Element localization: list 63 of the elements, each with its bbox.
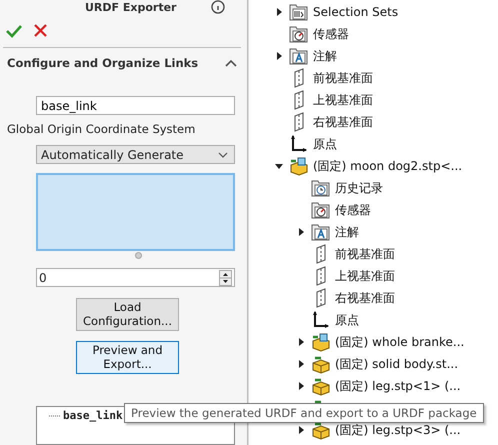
tree-item[interactable]: 右视基准面 bbox=[335, 290, 395, 306]
collapsed-arrow-icon[interactable] bbox=[275, 8, 283, 16]
plane-icon bbox=[294, 112, 304, 132]
tree-item[interactable]: 传感器 bbox=[313, 26, 349, 42]
tree-item[interactable]: 注解 bbox=[313, 48, 337, 64]
expanded-arrow-icon[interactable] bbox=[275, 162, 283, 170]
plane-icon bbox=[316, 288, 326, 308]
tree-item[interactable]: (固定) leg.stp<3> (... bbox=[335, 422, 461, 438]
collapsed-arrow-icon[interactable] bbox=[297, 228, 305, 236]
collapsed-arrow-icon[interactable] bbox=[297, 426, 305, 434]
section-title: Configure and Organize Links bbox=[7, 56, 198, 70]
number-field[interactable]: 0 bbox=[36, 268, 235, 288]
collapsed-arrow-icon[interactable] bbox=[297, 360, 305, 368]
part-icon bbox=[311, 376, 331, 396]
tree-item[interactable]: 原点 bbox=[335, 312, 359, 328]
field-label: Global Origin Coordinate System bbox=[7, 122, 196, 136]
tree-item[interactable]: (固定) whole branke... bbox=[335, 334, 464, 350]
button[interactable]: Preview and Export... bbox=[76, 341, 179, 374]
tree-item[interactable]: (固定) moon dog2.stp<... bbox=[313, 158, 462, 174]
panel-title: URDF Exporter bbox=[85, 2, 176, 12]
axes-icon bbox=[289, 134, 309, 154]
tree-item[interactable]: base_link bbox=[63, 409, 123, 422]
tree-connector-icon bbox=[49, 414, 61, 418]
tree-item[interactable]: 历史记录 bbox=[335, 180, 383, 196]
tree-item[interactable]: 上视基准面 bbox=[335, 268, 395, 284]
tree-item[interactable]: 上视基准面 bbox=[313, 92, 373, 108]
part-icon bbox=[311, 420, 331, 440]
text-field[interactable]: base_link bbox=[36, 96, 235, 115]
tree-item[interactable]: 传感器 bbox=[335, 202, 371, 218]
tree-item[interactable]: 前视基准面 bbox=[313, 70, 373, 86]
part-icon bbox=[311, 354, 331, 374]
folder-icon bbox=[311, 200, 331, 220]
help-icon[interactable] bbox=[211, 0, 225, 14]
folder-icon bbox=[289, 24, 309, 44]
plane-icon bbox=[316, 266, 326, 286]
tooltip: Preview the generated URDF and export to a URDF package bbox=[124, 403, 484, 423]
dropdown[interactable]: Automatically Generate bbox=[36, 144, 235, 164]
tree-item[interactable]: 原点 bbox=[313, 136, 337, 152]
axes-icon bbox=[311, 310, 331, 330]
spin-arrows-icon[interactable] bbox=[219, 270, 232, 286]
chevron-down-icon bbox=[218, 152, 228, 158]
tree-item[interactable]: Selection Sets bbox=[313, 5, 398, 19]
tree-item[interactable]: 注解 bbox=[335, 224, 359, 240]
folder-icon bbox=[311, 178, 331, 198]
collapsed-arrow-icon[interactable] bbox=[297, 338, 305, 346]
assembly-icon bbox=[311, 332, 331, 352]
resize-handle-icon[interactable] bbox=[135, 252, 142, 259]
collapse-icon[interactable] bbox=[225, 58, 237, 68]
button[interactable]: Load Configuration... bbox=[76, 298, 179, 332]
folder-icon bbox=[289, 46, 309, 66]
close-icon[interactable] bbox=[34, 24, 47, 38]
collapsed-arrow-icon[interactable] bbox=[297, 382, 305, 390]
plane-icon bbox=[316, 244, 326, 264]
assembly-icon bbox=[289, 156, 309, 176]
plane-icon bbox=[294, 90, 304, 110]
tree-item[interactable]: 右视基准面 bbox=[313, 114, 373, 130]
tree-item[interactable]: (固定) solid body.st... bbox=[335, 356, 458, 372]
plane-icon bbox=[294, 68, 304, 88]
collapsed-arrow-icon[interactable] bbox=[275, 52, 283, 60]
folder-icon bbox=[311, 222, 331, 242]
tree-item[interactable]: (固定) leg.stp<1> (... bbox=[335, 378, 461, 394]
tree-item[interactable]: 前视基准面 bbox=[335, 246, 395, 262]
checkmark-icon[interactable] bbox=[6, 24, 22, 38]
